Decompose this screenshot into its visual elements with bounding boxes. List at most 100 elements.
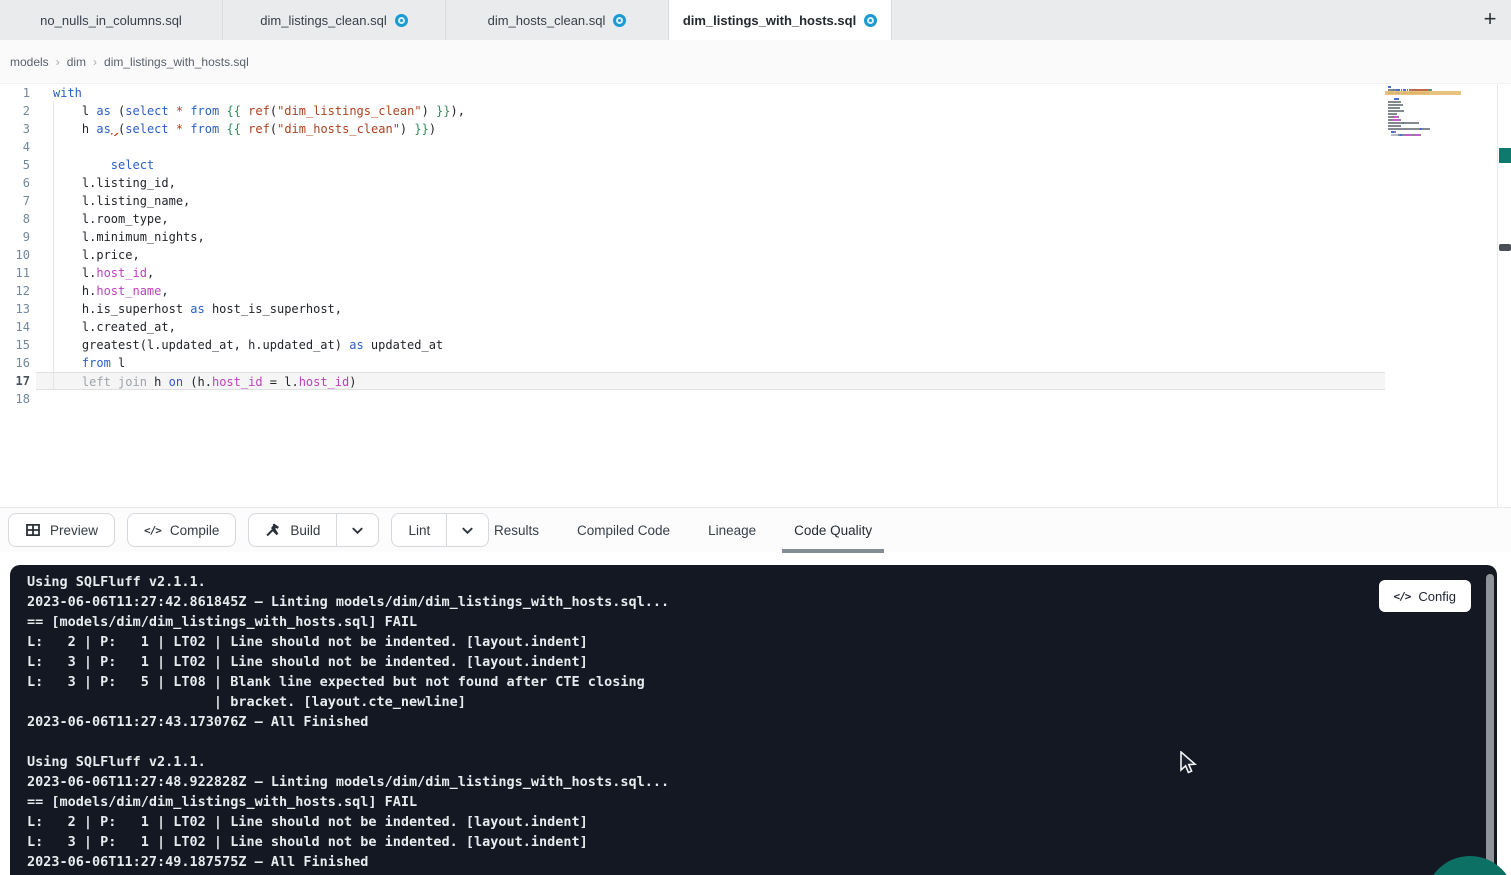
code-line[interactable]: 12 h.host_name,: [0, 282, 1385, 300]
config-label: Config: [1418, 589, 1456, 604]
code-line[interactable]: 5 select: [0, 156, 1385, 174]
terminal-scrollbar-thumb[interactable]: [1486, 574, 1494, 870]
minimap-line: [1388, 104, 1460, 106]
line-number: 4: [0, 138, 30, 156]
minimap-line: [1388, 107, 1460, 109]
code-line[interactable]: 4: [0, 138, 1385, 156]
line-number: 17: [0, 372, 30, 390]
tab-dim-listings-with-hosts[interactable]: dim_listings_with_hosts.sql: [669, 0, 892, 40]
unsaved-changes-icon: [395, 14, 408, 27]
line-number: 1: [0, 84, 30, 102]
line-number: 6: [0, 174, 30, 192]
minimap-line: [1388, 119, 1460, 121]
terminal-line: L: 3 | P: 5 | LT08 | Blank line expected…: [27, 672, 669, 692]
minimap-line: [1388, 101, 1460, 103]
code-line[interactable]: 13 h.is_superhost as host_is_superhost,: [0, 300, 1385, 318]
line-number: 9: [0, 228, 30, 246]
build-split-button: Build: [248, 513, 379, 547]
tab-results[interactable]: Results: [490, 508, 543, 553]
preview-button[interactable]: Preview: [8, 513, 115, 547]
terminal-line: L: 3 | P: 1 | LT02 | Line should not be …: [27, 652, 669, 672]
minimap-line: [1388, 113, 1460, 115]
ide-window: no_nulls_in_columns.sql dim_listings_cle…: [0, 0, 1511, 875]
tab-label: no_nulls_in_columns.sql: [40, 13, 182, 28]
tab-dim-hosts-clean[interactable]: dim_hosts_clean.sql: [446, 0, 669, 40]
tab-label: dim_listings_with_hosts.sql: [683, 13, 856, 28]
breadcrumb-models[interactable]: models: [10, 55, 49, 69]
code-text: l.created_at,: [36, 318, 1385, 336]
code-text: l.listing_name,: [36, 192, 1385, 210]
line-number: 16: [0, 354, 30, 372]
line-number: 13: [0, 300, 30, 318]
build-button[interactable]: Build: [249, 514, 336, 546]
tab-label: Code Quality: [794, 523, 872, 538]
code-line[interactable]: 15 greatest(l.updated_at, h.updated_at) …: [0, 336, 1385, 354]
code-line[interactable]: 2 l as (select * from {{ ref("dim_listin…: [0, 102, 1385, 120]
config-button[interactable]: </> Config: [1379, 580, 1471, 612]
code-text: with: [36, 84, 1385, 102]
code-editor[interactable]: 1 with2 l as (select * from {{ ref("dim_l…: [0, 84, 1511, 507]
minimap[interactable]: [1388, 86, 1460, 140]
tab-code-quality[interactable]: Code Quality: [790, 508, 876, 553]
code-brackets-icon: </>: [1394, 590, 1411, 603]
code-line[interactable]: 9 l.minimum_nights,: [0, 228, 1385, 246]
tab-label: Lineage: [708, 523, 756, 538]
chevron-right-icon: ›: [93, 55, 97, 69]
code-line[interactable]: 1 with: [0, 84, 1385, 102]
terminal-line: Using SQLFluff v2.1.1.: [27, 752, 669, 772]
tab-compiled-code[interactable]: Compiled Code: [573, 508, 674, 553]
new-tab-button[interactable]: +: [1475, 4, 1505, 34]
breadcrumb: models › dim › dim_listings_with_hosts.s…: [10, 40, 249, 84]
terminal-line: 2023-06-06T11:27:49.187575Z — All Finish…: [27, 852, 669, 872]
build-label: Build: [290, 523, 320, 538]
build-dropdown-chevron[interactable]: [336, 514, 378, 546]
minimap-line: [1388, 110, 1460, 112]
breadcrumb-file: dim_listings_with_hosts.sql: [104, 55, 249, 69]
compile-button[interactable]: </> Compile: [127, 513, 236, 547]
lint-button[interactable]: Lint: [392, 514, 446, 546]
action-toolbar: Preview </> Compile Build Lint: [0, 507, 1511, 552]
lint-dropdown-chevron[interactable]: [446, 514, 488, 546]
breadcrumb-dim[interactable]: dim: [67, 55, 86, 69]
tab-lineage[interactable]: Lineage: [704, 508, 760, 553]
code-line[interactable]: 10 l.price,: [0, 246, 1385, 264]
code-line[interactable]: 3 h as (select * from {{ ref("dim_hosts_…: [0, 120, 1385, 138]
code-text: l.room_type,: [36, 210, 1385, 228]
scrollbar-thumb-marker[interactable]: [1499, 244, 1511, 251]
code-line[interactable]: 17 left join h on (h.host_id = l.host_id…: [0, 372, 1385, 390]
line-number: 15: [0, 336, 30, 354]
minimap-line: [1388, 128, 1460, 130]
minimap-line: [1388, 98, 1460, 100]
terminal-line: 2023-06-06T11:27:42.861845Z — Linting mo…: [27, 592, 669, 612]
code-line[interactable]: 7 l.listing_name,: [0, 192, 1385, 210]
file-tab-bar: no_nulls_in_columns.sql dim_listings_cle…: [0, 0, 1511, 40]
code-text: l as (select * from {{ ref("dim_listings…: [36, 102, 1385, 120]
breadcrumb-bar: models › dim › dim_listings_with_hosts.s…: [0, 40, 1511, 84]
code-line[interactable]: 16 from l: [0, 354, 1385, 372]
code-line[interactable]: 14 l.created_at,: [0, 318, 1385, 336]
mouse-cursor: [1178, 751, 1200, 782]
terminal-line: | bracket. [layout.cte_newline]: [27, 692, 669, 712]
terminal-line: L: 2 | P: 1 | LT02 | Line should not be …: [27, 812, 669, 832]
code-line[interactable]: 11 l.host_id,: [0, 264, 1385, 282]
editor-lines: 1 with2 l as (select * from {{ ref("dim_l…: [0, 84, 1511, 408]
code-text: greatest(l.updated_at, h.updated_at) as …: [36, 336, 1385, 354]
unsaved-changes-icon: [864, 14, 877, 27]
tab-dim-listings-clean[interactable]: dim_listings_clean.sql: [223, 0, 446, 40]
code-text: [36, 138, 1385, 156]
hammer-icon: [265, 522, 281, 538]
tab-no-nulls-in-columns[interactable]: no_nulls_in_columns.sql: [0, 0, 223, 40]
minimap-line: [1388, 122, 1460, 124]
code-line[interactable]: 18: [0, 390, 1385, 408]
editor-scrollbar-track[interactable]: [1497, 84, 1511, 507]
terminal-line: Using SQLFluff v2.1.1.: [27, 572, 669, 592]
code-line[interactable]: 6 l.listing_id,: [0, 174, 1385, 192]
scroll-position-marker: [1499, 148, 1511, 163]
line-number: 7: [0, 192, 30, 210]
line-number: 14: [0, 318, 30, 336]
table-grid-icon: [25, 522, 41, 538]
unsaved-changes-icon: [613, 14, 626, 27]
code-text: select: [36, 156, 1385, 174]
code-line[interactable]: 8 l.room_type,: [0, 210, 1385, 228]
indent-guide: [53, 102, 54, 390]
